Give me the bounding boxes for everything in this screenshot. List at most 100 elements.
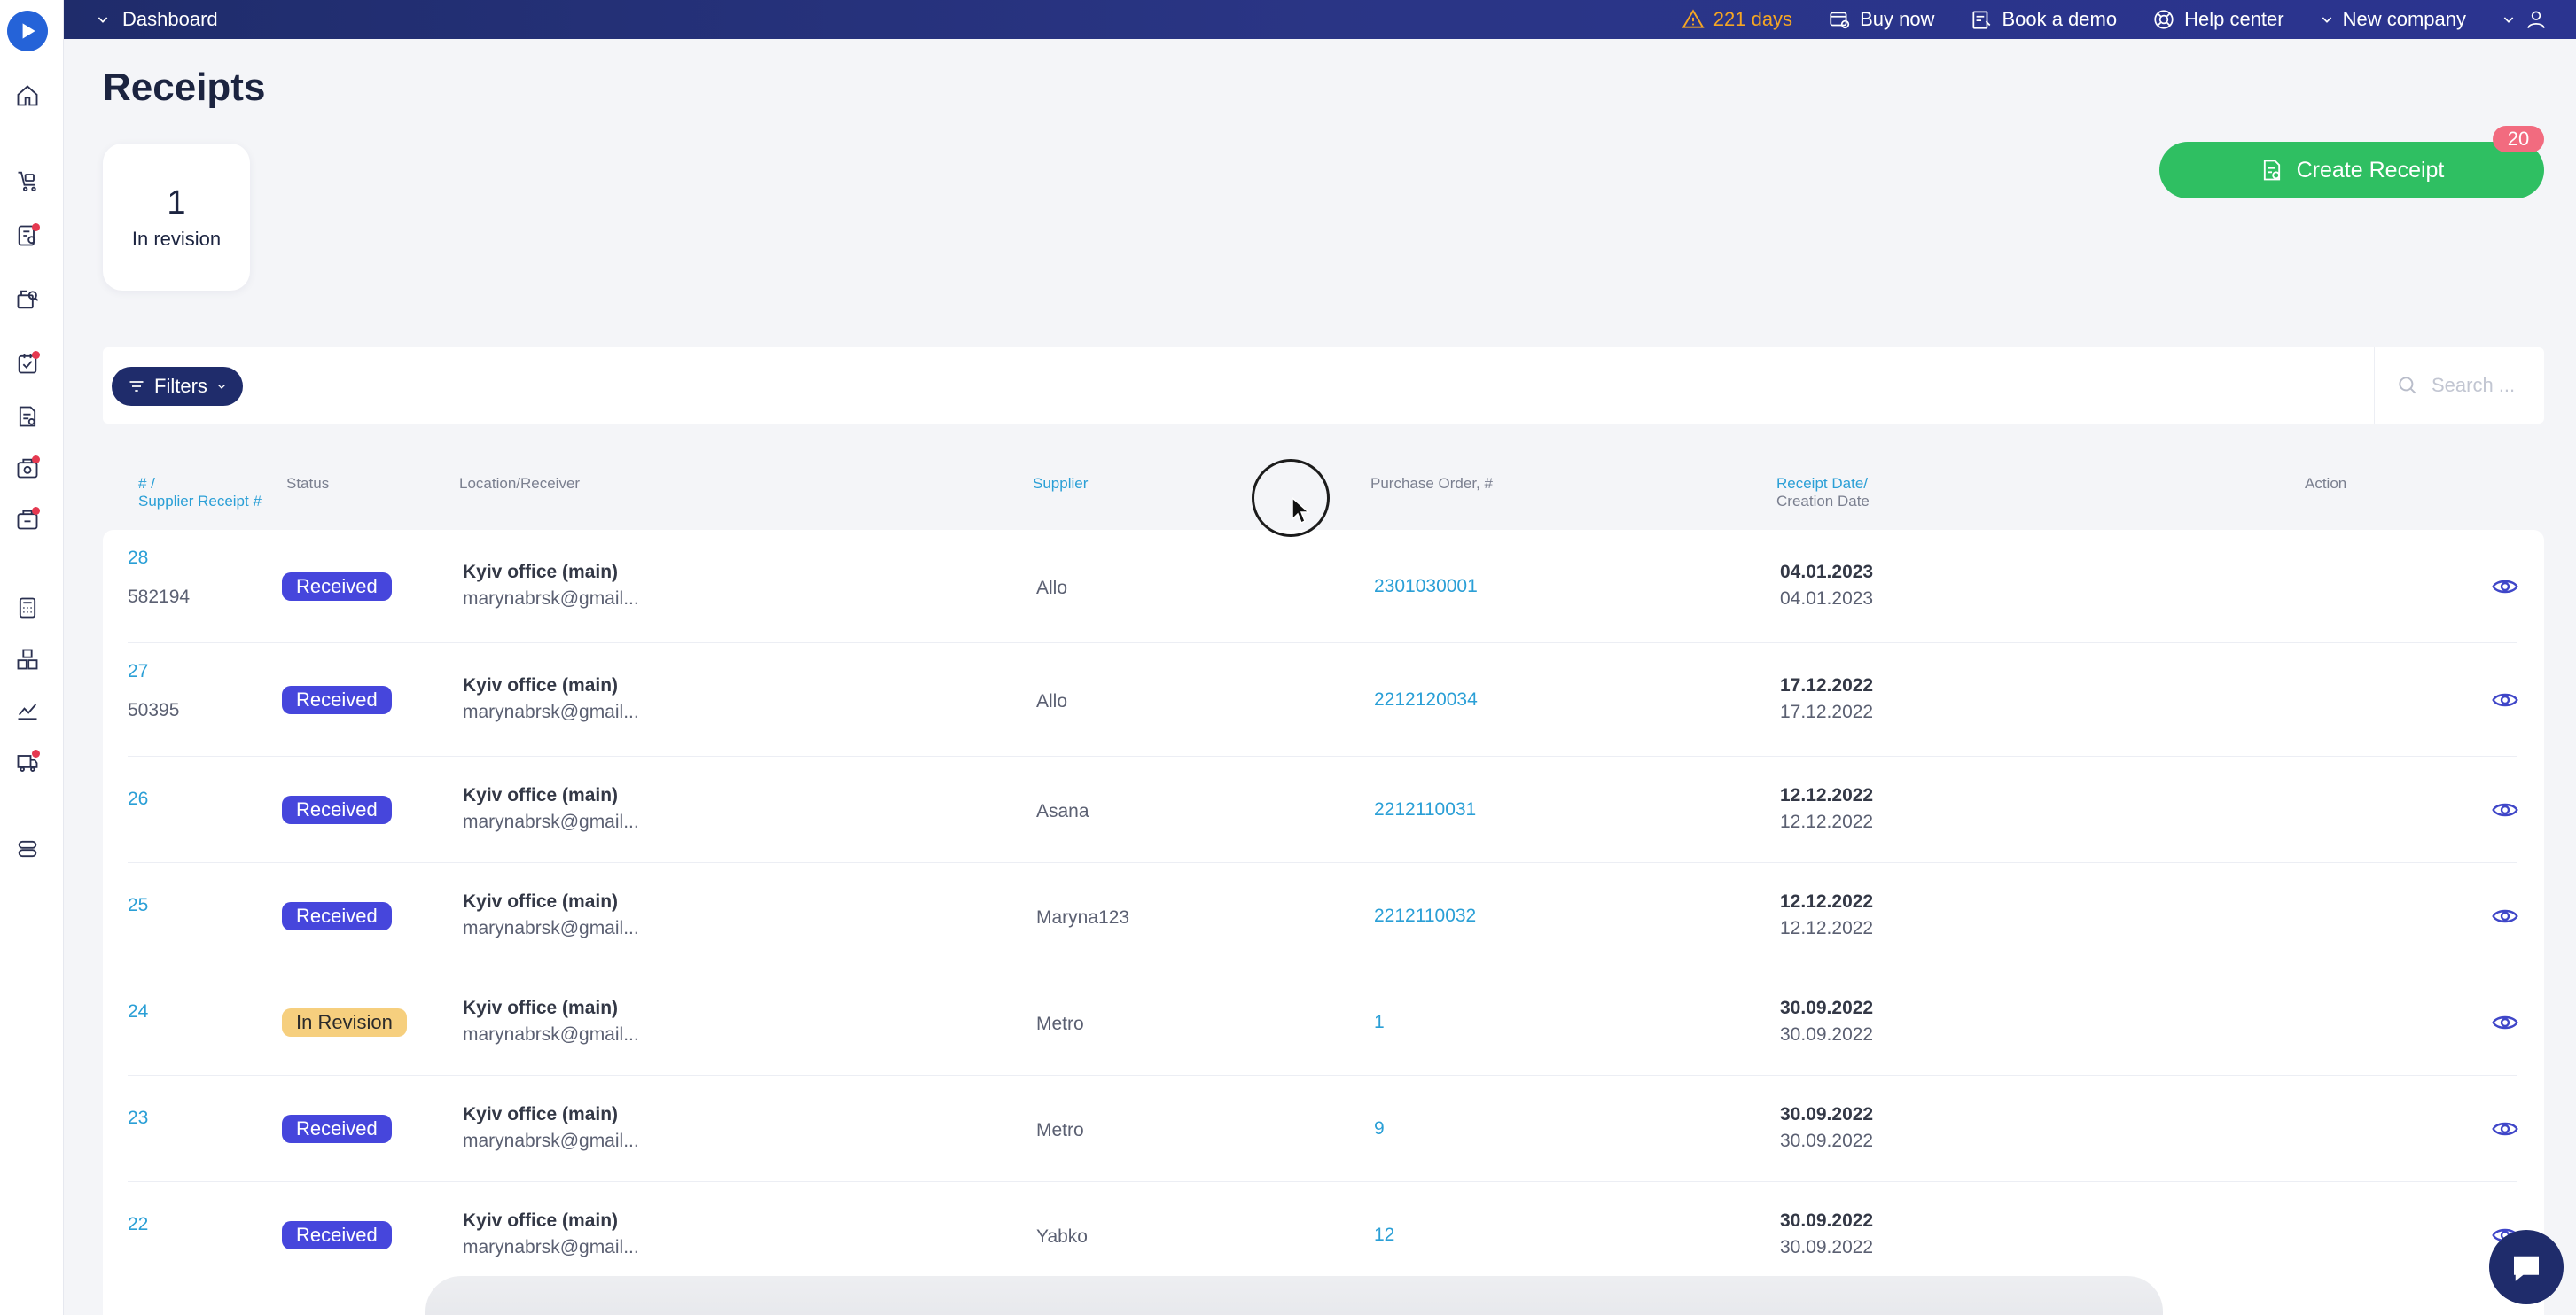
col-receipt-date-label: Receipt Date/ bbox=[1776, 475, 1868, 492]
col-purchase-order: Purchase Order, # bbox=[1370, 475, 1493, 492]
search-input[interactable] bbox=[2432, 374, 2529, 397]
receipt-number-link[interactable]: 27 bbox=[128, 661, 179, 682]
create-receipt-button[interactable]: Create Receipt bbox=[2159, 142, 2544, 198]
status-badge: In Revision bbox=[282, 1008, 407, 1037]
company-selector[interactable]: New company bbox=[2320, 8, 2466, 31]
help-center-link[interactable]: Help center bbox=[2152, 8, 2284, 31]
creation-date: 12.12.2022 bbox=[1780, 918, 1874, 938]
view-button[interactable] bbox=[2491, 1115, 2519, 1148]
dates-cell: 12.12.2022 12.12.2022 bbox=[1780, 891, 1873, 939]
delivery-icon[interactable] bbox=[13, 748, 42, 776]
creation-date: 04.01.2023 bbox=[1780, 588, 1874, 609]
sales-icon[interactable] bbox=[13, 454, 42, 482]
col-creation-date-label: Creation Date bbox=[1776, 493, 1870, 510]
purchase-order-link[interactable]: 9 bbox=[1374, 1118, 1385, 1140]
book-demo-link[interactable]: Book a demo bbox=[1970, 8, 2117, 31]
purchase-order-link[interactable]: 1 bbox=[1374, 1012, 1385, 1033]
purchase-order-link[interactable]: 2212120034 bbox=[1374, 689, 1478, 711]
receipt-number-link[interactable]: 24 bbox=[128, 1001, 148, 1023]
user-menu[interactable] bbox=[2502, 8, 2548, 31]
dashboard-menu[interactable]: Dashboard bbox=[96, 8, 218, 31]
eye-icon bbox=[2492, 1122, 2518, 1136]
bottom-overlay bbox=[425, 1276, 2163, 1315]
tasks-icon[interactable] bbox=[13, 349, 42, 377]
create-receipt-label: Create Receipt bbox=[2296, 157, 2445, 183]
receipt-number-link[interactable]: 23 bbox=[128, 1108, 148, 1129]
app-logo[interactable] bbox=[7, 11, 48, 51]
inventory-icon[interactable] bbox=[13, 645, 42, 673]
view-button[interactable] bbox=[2491, 902, 2519, 936]
calculator-icon[interactable] bbox=[13, 594, 42, 622]
table-row[interactable]: 23 Received Kyiv office (main) marynabrs… bbox=[128, 1076, 2519, 1182]
dashboard-label: Dashboard bbox=[122, 8, 218, 30]
table-row[interactable]: 22 Received Kyiv office (main) marynabrs… bbox=[128, 1182, 2518, 1288]
purchase-order-link[interactable]: 12 bbox=[1374, 1225, 1394, 1246]
dates-cell: 12.12.2022 12.12.2022 bbox=[1780, 785, 1873, 833]
creation-date: 17.12.2022 bbox=[1780, 702, 1874, 722]
settings-toggle-icon[interactable] bbox=[13, 835, 42, 863]
receipt-number-link[interactable]: 22 bbox=[128, 1214, 148, 1235]
warning-icon bbox=[1682, 9, 1705, 28]
chat-button[interactable] bbox=[2489, 1230, 2564, 1304]
view-button[interactable] bbox=[2491, 572, 2519, 606]
eye-icon bbox=[2492, 803, 2518, 817]
documents-icon[interactable] bbox=[13, 402, 42, 431]
help-center-label: Help center bbox=[2184, 8, 2284, 30]
analytics-icon[interactable] bbox=[13, 696, 42, 725]
table-row[interactable]: 25 Received Kyiv office (main) marynabrs… bbox=[128, 863, 2519, 969]
receipt-date: 04.01.2023 bbox=[1780, 562, 1874, 582]
page-title: Receipts bbox=[103, 66, 266, 109]
dates-cell: 30.09.2022 30.09.2022 bbox=[1780, 1210, 1873, 1258]
location-name: Kyiv office (main) bbox=[463, 891, 619, 912]
receipt-date: 12.12.2022 bbox=[1780, 785, 1874, 805]
purchase-order-link[interactable]: 2212110031 bbox=[1374, 799, 1476, 821]
dates-cell: 04.01.2023 04.01.2023 bbox=[1780, 562, 1873, 610]
trial-warning[interactable]: 221 days bbox=[1682, 8, 1792, 31]
home-icon[interactable] bbox=[13, 82, 42, 110]
view-button[interactable] bbox=[2491, 796, 2519, 829]
play-logo-icon bbox=[22, 23, 35, 39]
cash-icon[interactable] bbox=[13, 505, 42, 533]
location-cell: Kyiv office (main) marynabrsk@gmail... bbox=[463, 562, 639, 610]
chevron-down-icon bbox=[2322, 17, 2331, 23]
receipt-number-link[interactable]: 28 bbox=[128, 548, 190, 569]
trial-days: 221 days bbox=[1713, 8, 1793, 30]
calendar-icon bbox=[1972, 11, 1991, 29]
receipt-number-cell: 28 582194 bbox=[128, 548, 190, 608]
receiver-email: marynabrsk@gmail... bbox=[463, 702, 639, 722]
table-row[interactable]: 24 In Revision Kyiv office (main) maryna… bbox=[128, 969, 2519, 1076]
receipt-number-cell: 26 bbox=[128, 789, 148, 810]
receipt-number-link[interactable]: 26 bbox=[128, 789, 148, 810]
purchase-order-link[interactable]: 2212110032 bbox=[1374, 906, 1476, 927]
cart-icon[interactable] bbox=[13, 167, 42, 195]
table-row[interactable]: 27 50395 Received Kyiv office (main) mar… bbox=[128, 643, 2519, 757]
receipt-number-cell: 25 bbox=[128, 895, 148, 916]
cursor-arrow-icon bbox=[1292, 496, 1310, 525]
receiver-email: marynabrsk@gmail... bbox=[463, 812, 639, 832]
col-supplier[interactable]: Supplier bbox=[1033, 475, 1088, 493]
view-button[interactable] bbox=[2491, 686, 2519, 720]
col-number[interactable]: # / Supplier Receipt # bbox=[138, 475, 262, 510]
table-row[interactable]: 28 582194 Received Kyiv office (main) ma… bbox=[128, 530, 2519, 643]
supplier-receipt-number: 582194 bbox=[128, 587, 191, 607]
receipt-number-link[interactable]: 25 bbox=[128, 895, 148, 916]
search-box[interactable] bbox=[2374, 347, 2544, 424]
buy-now-link[interactable]: Buy now bbox=[1828, 8, 1934, 31]
receipts-icon[interactable] bbox=[13, 285, 42, 314]
supplier-name: Metro bbox=[1036, 1014, 1084, 1034]
notification-badge: 20 bbox=[2493, 126, 2544, 152]
status-badge: Received bbox=[282, 1221, 392, 1249]
dates-cell: 30.09.2022 30.09.2022 bbox=[1780, 998, 1873, 1046]
filters-button[interactable]: Filters bbox=[112, 367, 243, 406]
supplier-name: Yabko bbox=[1036, 1226, 1088, 1247]
creation-date: 12.12.2022 bbox=[1780, 812, 1874, 832]
view-button[interactable] bbox=[2491, 1008, 2519, 1042]
receipt-date: 30.09.2022 bbox=[1780, 1210, 1874, 1231]
col-status: Status bbox=[286, 475, 330, 492]
in-revision-card[interactable]: 1 In revision bbox=[103, 144, 250, 291]
eye-icon bbox=[2492, 909, 2518, 923]
col-dates[interactable]: Receipt Date/ Creation Date bbox=[1776, 475, 1870, 510]
table-row[interactable]: 26 Received Kyiv office (main) marynabrs… bbox=[128, 757, 2519, 863]
purchase-orders-icon[interactable] bbox=[13, 222, 42, 250]
purchase-order-link[interactable]: 2301030001 bbox=[1374, 576, 1478, 597]
